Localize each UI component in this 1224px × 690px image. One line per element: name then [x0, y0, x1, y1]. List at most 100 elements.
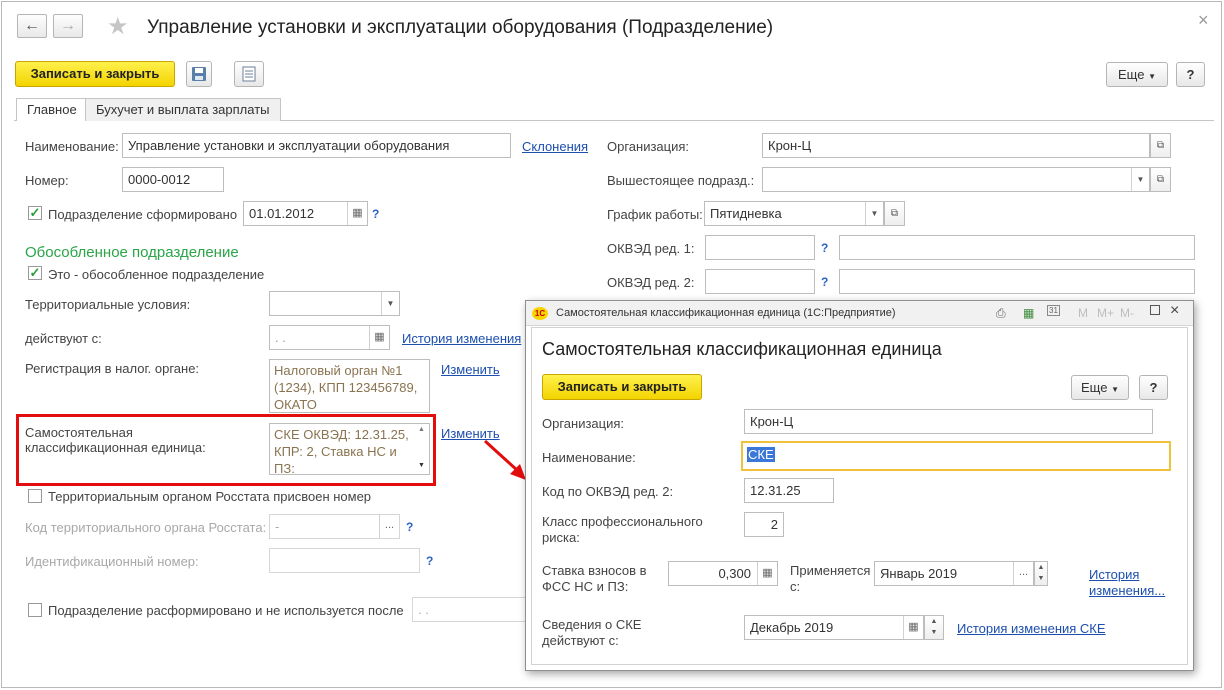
- ellipsis-icon[interactable]: ...: [1013, 562, 1033, 585]
- more-menu-button[interactable]: Еще ▼: [1106, 62, 1168, 87]
- okved1-label: ОКВЭД ред. 1:: [607, 241, 695, 256]
- dialog-history-link-line1[interactable]: История: [1089, 567, 1139, 582]
- dialog-org-input[interactable]: Крон-Ц: [744, 409, 1153, 434]
- dialog-help-button[interactable]: ?: [1139, 375, 1168, 400]
- dialog-history-ske-link[interactable]: История изменения СКЕ: [957, 621, 1106, 636]
- org-label: Организация:: [607, 139, 690, 154]
- tab-accounting[interactable]: Бухучет и выплата зарплаты: [85, 98, 281, 121]
- schedule-select[interactable]: Пятидневка ▼: [704, 201, 884, 226]
- star-icon[interactable]: ★: [107, 12, 129, 41]
- printer-icon[interactable]: ⎙: [996, 306, 1006, 321]
- close-icon[interactable]: ×: [1198, 10, 1209, 31]
- memory-minus-button[interactable]: M-: [1120, 306, 1134, 320]
- open-icon[interactable]: ⧉: [1150, 167, 1171, 192]
- parent-select[interactable]: ▼: [762, 167, 1150, 192]
- save-and-close-button[interactable]: Записать и закрыть: [15, 61, 175, 87]
- dialog-info-input[interactable]: Декабрь 2019 ▦: [744, 615, 924, 640]
- disbanded-checkbox[interactable]: [28, 603, 42, 617]
- territorial-label: Территориальные условия:: [25, 297, 191, 312]
- formed-date-value: 01.01.2012: [249, 206, 315, 221]
- id-number-input[interactable]: [269, 548, 420, 573]
- okved1-input[interactable]: [705, 235, 815, 260]
- open-icon[interactable]: ⧉: [884, 201, 905, 226]
- territorial-select[interactable]: ▼: [269, 291, 400, 316]
- help-question-icon[interactable]: ?: [406, 520, 413, 534]
- chevron-down-icon[interactable]: ▼: [381, 292, 399, 315]
- schedule-value: Пятидневка: [710, 206, 782, 221]
- ske-dialog: 1С Самостоятельная классификационная еди…: [525, 300, 1194, 671]
- dialog-name-input[interactable]: СКЕ: [741, 441, 1171, 471]
- calendar-icon[interactable]: ▦: [369, 326, 389, 349]
- ellipsis-icon[interactable]: ...: [379, 515, 399, 538]
- tax-label: Регистрация в налог. органе:: [25, 361, 200, 376]
- tab-main[interactable]: Главное: [16, 98, 88, 121]
- valid-from-value: . .: [275, 330, 286, 345]
- help-question-icon[interactable]: ?: [372, 207, 379, 221]
- open-icon[interactable]: ⧉: [1150, 133, 1171, 158]
- tax-field[interactable]: Налоговый орган №1 (1234), КПП 123456789…: [269, 359, 430, 413]
- separate-checkbox[interactable]: ✓: [28, 266, 42, 280]
- number-input[interactable]: 0000-0012: [122, 167, 224, 192]
- tax-change-link[interactable]: Изменить: [441, 362, 500, 377]
- org-input[interactable]: Крон-Ц: [762, 133, 1150, 158]
- dialog-info-stepper[interactable]: ▲ ▼: [924, 615, 944, 640]
- help-question-icon[interactable]: ?: [821, 275, 828, 289]
- page-title: Управление установки и эксплуатации обор…: [147, 17, 774, 38]
- help-question-icon[interactable]: ?: [426, 554, 433, 568]
- calculator-icon[interactable]: ▦: [757, 562, 777, 585]
- name-input[interactable]: Управление установки и эксплуатации обор…: [122, 133, 511, 158]
- formed-checkbox[interactable]: ✓: [28, 206, 42, 220]
- rosstat-checkbox[interactable]: [28, 489, 42, 503]
- forward-button[interactable]: →: [53, 14, 83, 38]
- dialog-save-close-button[interactable]: Записать и закрыть: [542, 374, 702, 400]
- chevron-down-icon[interactable]: ▼: [1131, 168, 1149, 191]
- dialog-class-input[interactable]: 2: [744, 512, 784, 537]
- back-button[interactable]: ←: [17, 14, 47, 38]
- document-list-button[interactable]: [234, 61, 264, 87]
- dialog-okved-label: Код по ОКВЭД ред. 2:: [542, 484, 674, 499]
- dialog-applies-label-line1: Применяется: [790, 563, 871, 578]
- calendar-icon[interactable]: ▦: [903, 616, 923, 639]
- rosstat-code-label: Код территориального органа Росстата:: [25, 520, 267, 535]
- dialog-name-selected-text: СКЕ: [747, 447, 775, 462]
- maximize-icon[interactable]: [1150, 305, 1160, 315]
- memory-m-button[interactable]: M: [1078, 306, 1088, 320]
- help-question-icon[interactable]: ?: [821, 241, 828, 255]
- okved2-label: ОКВЭД ред. 2:: [607, 275, 695, 290]
- ske-field[interactable]: СКЕ ОКВЭД: 12.31.25, КПР: 2, Ставка НС и…: [269, 423, 430, 475]
- arrow-left-icon: ←: [24, 17, 40, 34]
- memory-plus-button[interactable]: M+: [1097, 306, 1114, 320]
- dialog-rate-label-line1: Ставка взносов в: [542, 563, 647, 578]
- help-button[interactable]: ?: [1176, 62, 1205, 87]
- okved2-input[interactable]: [705, 269, 815, 294]
- dialog-applies-input[interactable]: Январь 2019...: [874, 561, 1034, 586]
- list-icon: [242, 66, 256, 82]
- history-link[interactable]: История изменения: [402, 331, 521, 346]
- dialog-window-title: Самостоятельная классификационная единиц…: [556, 307, 896, 319]
- calendar-icon[interactable]: ▦: [347, 202, 367, 225]
- scroll-up-icon[interactable]: ▲: [418, 426, 425, 433]
- ske-value: СКЕ ОКВЭД: 12.31.25, КПР: 2, Ставка НС и…: [274, 427, 409, 475]
- dialog-more-button[interactable]: Еще ▼: [1071, 375, 1129, 400]
- declensions-link[interactable]: Склонения: [522, 139, 588, 154]
- dialog-okved-input[interactable]: 12.31.25: [744, 478, 834, 503]
- chevron-down-icon[interactable]: ▼: [865, 202, 883, 225]
- formed-date-input[interactable]: 01.01.2012 ▦: [243, 201, 368, 226]
- disbanded-date-input[interactable]: . .: [412, 597, 527, 622]
- scroll-down-icon[interactable]: ▼: [418, 462, 425, 469]
- dialog-rate-input[interactable]: 0,300 ▦: [668, 561, 778, 586]
- calculator-icon[interactable]: ▦: [1023, 306, 1034, 320]
- formed-label: Подразделение сформировано: [48, 207, 238, 222]
- close-icon[interactable]: ×: [1170, 302, 1179, 320]
- rosstat-code-input[interactable]: -...: [269, 514, 400, 539]
- id-number-label: Идентификационный номер:: [25, 554, 199, 569]
- valid-from-input[interactable]: . . ▦: [269, 325, 390, 350]
- okved1-name-input[interactable]: [839, 235, 1195, 260]
- okved2-name-input[interactable]: [839, 269, 1195, 294]
- dialog-history-link-line2[interactable]: изменения...: [1089, 583, 1165, 598]
- dialog-applies-stepper[interactable]: ▲ ▼: [1034, 561, 1048, 586]
- app-logo-icon: 1С: [532, 307, 548, 320]
- save-button[interactable]: [186, 61, 212, 87]
- calendar-icon[interactable]: 31: [1047, 305, 1060, 316]
- dialog-class-label-line1: Класс профессионального: [542, 514, 703, 529]
